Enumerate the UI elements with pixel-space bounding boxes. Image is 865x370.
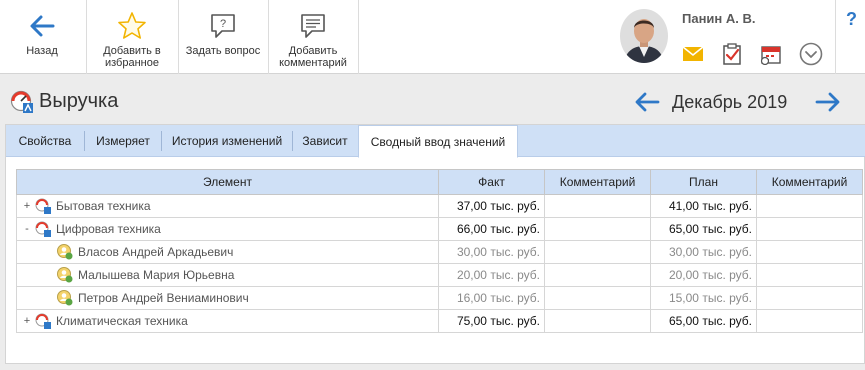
column-header-element[interactable]: Элемент bbox=[16, 169, 439, 195]
indicator-icon bbox=[35, 198, 51, 214]
column-header-fact-comment[interactable]: Комментарий bbox=[544, 169, 651, 195]
svg-text:?: ? bbox=[220, 18, 226, 30]
task-checklist-icon[interactable] bbox=[720, 42, 744, 66]
person-indicator-icon bbox=[57, 267, 73, 283]
table-row[interactable]: Петров Андрей Вениаминович 16,00 тыс. ру… bbox=[16, 286, 863, 310]
table-row[interactable]: Малышева Мария Юрьевна 20,00 тыс. руб. 2… bbox=[16, 263, 863, 287]
indicator-icon bbox=[35, 221, 51, 237]
add-favorite-label: Добавить в избранное bbox=[103, 45, 161, 69]
comment-bubble-icon bbox=[298, 6, 328, 46]
plan-comment-cell[interactable] bbox=[756, 263, 863, 287]
ask-question-button[interactable]: ? Задать вопрос bbox=[179, 0, 267, 74]
fact-comment-cell[interactable] bbox=[544, 286, 651, 310]
values-table: Элемент Факт Комментарий План Комментари… bbox=[16, 169, 863, 333]
add-comment-label: Добавить комментарий bbox=[279, 45, 347, 69]
tab-measures[interactable]: Измеряет bbox=[85, 125, 161, 157]
plan-comment-cell[interactable] bbox=[756, 309, 863, 333]
element-cell[interactable]: Малышева Мария Юрьевна bbox=[16, 263, 439, 287]
plan-comment-cell[interactable] bbox=[756, 286, 863, 310]
fact-cell[interactable]: 75,00 тыс. руб. bbox=[438, 309, 545, 333]
tab-change-history[interactable]: История изменений bbox=[162, 125, 292, 157]
element-cell[interactable]: - Цифровая техника bbox=[16, 217, 439, 241]
element-cell[interactable]: Власов Андрей Аркадьевич bbox=[16, 240, 439, 264]
fact-comment-cell[interactable] bbox=[544, 309, 651, 333]
page-title: Выручка bbox=[39, 90, 119, 112]
person-indicator-icon bbox=[57, 290, 73, 306]
column-header-fact[interactable]: Факт bbox=[438, 169, 545, 195]
plan-cell[interactable]: 30,00 тыс. руб. bbox=[650, 240, 757, 264]
fact-comment-cell[interactable] bbox=[544, 263, 651, 287]
element-name: Климатическая техника bbox=[56, 314, 188, 328]
star-icon bbox=[117, 6, 147, 46]
element-cell[interactable]: Петров Андрей Вениаминович bbox=[16, 286, 439, 310]
avatar[interactable] bbox=[620, 9, 668, 63]
plan-comment-cell[interactable] bbox=[756, 194, 863, 218]
question-bubble-icon: ? bbox=[208, 6, 238, 46]
plan-cell[interactable]: 41,00 тыс. руб. bbox=[650, 194, 757, 218]
table-row[interactable]: + Климатическая техника 75,00 тыс. руб. … bbox=[16, 309, 863, 333]
expand-toggle[interactable]: + bbox=[21, 315, 33, 327]
fact-cell[interactable]: 20,00 тыс. руб. bbox=[438, 263, 545, 287]
table-row[interactable]: + Бытовая техника 37,00 тыс. руб. 41,00 … bbox=[16, 194, 863, 218]
fact-comment-cell[interactable] bbox=[544, 194, 651, 218]
add-comment-button[interactable]: Добавить комментарий bbox=[269, 0, 357, 74]
plan-comment-cell[interactable] bbox=[756, 240, 863, 264]
table-row[interactable]: - Цифровая техника 66,00 тыс. руб. 65,00… bbox=[16, 217, 863, 241]
fact-comment-cell[interactable] bbox=[544, 217, 651, 241]
element-name: Цифровая техника bbox=[56, 222, 161, 236]
element-name: Бытовая техника bbox=[56, 199, 151, 213]
table-row[interactable]: Власов Андрей Аркадьевич 30,00 тыс. руб.… bbox=[16, 240, 863, 264]
plan-cell[interactable]: 65,00 тыс. руб. bbox=[650, 309, 757, 333]
tab-summary-input[interactable]: Сводный ввод значений bbox=[358, 125, 518, 158]
collapse-toggle[interactable]: - bbox=[21, 223, 33, 235]
ask-question-label: Задать вопрос bbox=[185, 45, 261, 57]
element-name: Малышева Мария Юрьевна bbox=[78, 268, 235, 282]
user-name[interactable]: Панин А. В. bbox=[682, 11, 756, 26]
plan-cell[interactable]: 20,00 тыс. руб. bbox=[650, 263, 757, 287]
fact-cell[interactable]: 37,00 тыс. руб. bbox=[438, 194, 545, 218]
toolbar: Назад Добавить в избранное ? Задать вопр… bbox=[0, 0, 865, 74]
column-header-plan[interactable]: План bbox=[650, 169, 757, 195]
plan-cell[interactable]: 65,00 тыс. руб. bbox=[650, 217, 757, 241]
next-period-button[interactable] bbox=[815, 91, 841, 113]
tab-bar: Свойства Измеряет История изменений Зави… bbox=[6, 125, 865, 158]
column-header-plan-comment[interactable]: Комментарий bbox=[756, 169, 863, 195]
fact-cell[interactable]: 30,00 тыс. руб. bbox=[438, 240, 545, 264]
plan-comment-cell[interactable] bbox=[756, 217, 863, 241]
content-panel: Свойства Измеряет История изменений Зави… bbox=[5, 124, 865, 364]
expand-toggle[interactable]: + bbox=[21, 200, 33, 212]
tab-properties[interactable]: Свойства bbox=[6, 125, 84, 157]
fact-cell[interactable]: 66,00 тыс. руб. bbox=[438, 217, 545, 241]
indicator-icon bbox=[35, 313, 51, 329]
tab-depends[interactable]: Зависит bbox=[293, 125, 357, 157]
back-button[interactable]: Назад bbox=[0, 0, 84, 74]
table-header-row: Элемент Факт Комментарий План Комментари… bbox=[16, 169, 863, 195]
add-favorite-button[interactable]: Добавить в избранное bbox=[87, 0, 177, 74]
fact-comment-cell[interactable] bbox=[544, 240, 651, 264]
help-button[interactable]: ? bbox=[846, 9, 857, 30]
element-cell[interactable]: + Климатическая техника bbox=[16, 309, 439, 333]
calendar-icon[interactable] bbox=[759, 42, 783, 66]
element-name: Власов Андрей Аркадьевич bbox=[78, 245, 234, 259]
period-label[interactable]: Декабрь 2019 bbox=[672, 92, 787, 113]
arrow-left-icon bbox=[29, 6, 55, 46]
element-cell[interactable]: + Бытовая техника bbox=[16, 194, 439, 218]
chevron-down-circle-icon[interactable] bbox=[799, 42, 823, 66]
mail-icon[interactable] bbox=[681, 42, 705, 66]
revenue-indicator-icon bbox=[10, 90, 34, 114]
person-indicator-icon bbox=[57, 244, 73, 260]
prev-period-button[interactable] bbox=[634, 91, 660, 113]
element-name: Петров Андрей Вениаминович bbox=[78, 291, 249, 305]
back-label: Назад bbox=[26, 45, 58, 57]
fact-cell[interactable]: 16,00 тыс. руб. bbox=[438, 286, 545, 310]
plan-cell[interactable]: 15,00 тыс. руб. bbox=[650, 286, 757, 310]
